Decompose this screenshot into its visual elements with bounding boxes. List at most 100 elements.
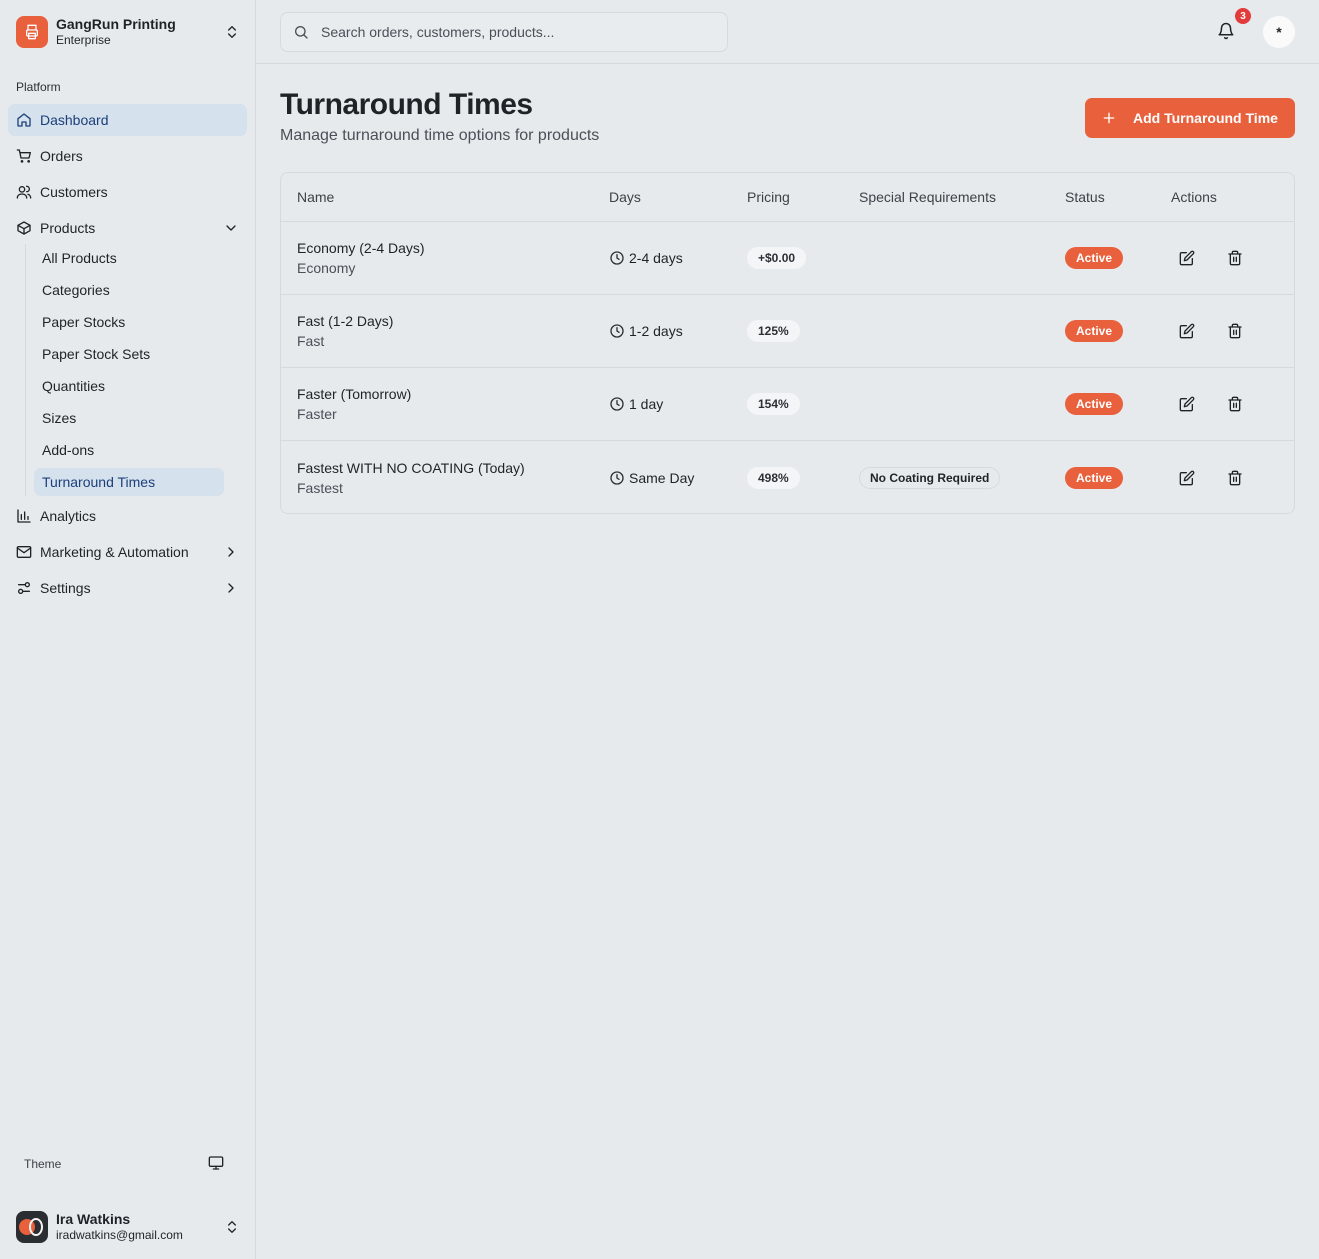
pricing-badge: 498% bbox=[747, 466, 800, 489]
pricing-badge: 125% bbox=[747, 320, 800, 342]
org-plan: Enterprise bbox=[56, 33, 111, 47]
users-icon bbox=[16, 184, 32, 200]
table-header: Name Days Pricing Special Requirements S… bbox=[281, 173, 1294, 222]
column-header-name[interactable]: Name bbox=[297, 189, 334, 205]
sidebar-item-dashboard[interactable]: Dashboard bbox=[8, 104, 247, 136]
add-turnaround-time-button[interactable]: Add Turnaround Time bbox=[1085, 98, 1295, 138]
profile-button[interactable]: * bbox=[1263, 16, 1295, 48]
special-requirement-badge: No Coating Required bbox=[859, 466, 1001, 489]
sidebar-item-label: Customers bbox=[40, 184, 108, 200]
page-title: Turnaround Times bbox=[280, 88, 533, 121]
pricing-badge: +$0.00 bbox=[747, 247, 807, 269]
chevrons-up-down-icon bbox=[224, 24, 240, 45]
turnaround-name: Economy (2-4 Days) bbox=[297, 240, 425, 256]
column-header-actions: Actions bbox=[1171, 189, 1217, 205]
column-header-days[interactable]: Days bbox=[609, 189, 641, 205]
sidebar-item-orders[interactable]: Orders bbox=[8, 140, 247, 172]
sidebar-item-label: Orders bbox=[40, 148, 83, 164]
turnaround-table: Name Days Pricing Special Requirements S… bbox=[280, 172, 1295, 514]
sidebar-subitem-all-products[interactable]: All Products bbox=[34, 244, 224, 272]
sidebar-item-label: Marketing & Automation bbox=[40, 544, 189, 560]
edit-icon[interactable] bbox=[1171, 462, 1203, 494]
sidebar-subitem-sizes[interactable]: Sizes bbox=[34, 404, 224, 432]
turnaround-days: 1-2 days bbox=[629, 323, 683, 339]
turnaround-days: 1 day bbox=[629, 396, 664, 412]
home-icon bbox=[16, 112, 32, 128]
plus-icon bbox=[1101, 110, 1117, 126]
clock-icon bbox=[609, 396, 625, 412]
edit-icon[interactable] bbox=[1171, 242, 1203, 274]
monitor-icon[interactable] bbox=[208, 1155, 224, 1174]
products-subnav: All Products Categories Paper Stocks Pap… bbox=[25, 244, 247, 496]
sidebar-subitem-add-ons[interactable]: Add-ons bbox=[34, 436, 224, 464]
table-row: Economy (2-4 Days) Economy 2-4 days +$0.… bbox=[281, 222, 1294, 295]
chevron-down-icon bbox=[223, 220, 239, 236]
cart-icon bbox=[16, 148, 32, 164]
turnaround-short-name: Fastest bbox=[297, 479, 343, 496]
sidebar: GangRun Printing Enterprise Platform Das… bbox=[0, 0, 256, 1259]
search-input[interactable] bbox=[321, 24, 701, 40]
turnaround-short-name: Economy bbox=[297, 260, 356, 276]
avatar bbox=[16, 1211, 48, 1243]
top-bar: 3 * bbox=[256, 0, 1319, 64]
sidebar-item-label: Analytics bbox=[40, 508, 97, 524]
column-header-special-requirements[interactable]: Special Requirements bbox=[859, 189, 996, 205]
sidebar-subitem-paper-stock-sets[interactable]: Paper Stock Sets bbox=[34, 340, 224, 368]
column-header-status[interactable]: Status bbox=[1065, 189, 1105, 205]
nav-section-label: Platform bbox=[16, 80, 61, 94]
chevrons-up-down-icon bbox=[224, 1219, 240, 1240]
org-name: GangRun Printing bbox=[56, 16, 176, 32]
edit-icon[interactable] bbox=[1171, 388, 1203, 420]
chevron-right-icon bbox=[223, 544, 239, 560]
pricing-badge: 154% bbox=[747, 393, 800, 415]
sidebar-item-label: Dashboard bbox=[40, 112, 109, 128]
turnaround-short-name: Faster bbox=[297, 406, 337, 422]
table-row: Faster (Tomorrow) Faster 1 day 154% Acti… bbox=[281, 368, 1294, 441]
clock-icon bbox=[609, 250, 625, 266]
user-menu[interactable]: Ira Watkins iradwatkins@gmail.com bbox=[16, 1210, 240, 1244]
org-switcher[interactable]: GangRun Printing Enterprise bbox=[16, 16, 240, 48]
turnaround-days: Same Day bbox=[629, 469, 695, 486]
edit-icon[interactable] bbox=[1171, 315, 1203, 347]
turnaround-name: Fastest WITH NO COATING (Today) bbox=[297, 459, 525, 476]
sidebar-item-analytics[interactable]: Analytics bbox=[8, 500, 247, 532]
sidebar-item-label: Products bbox=[40, 220, 96, 236]
page-subtitle: Manage turnaround time options for produ… bbox=[280, 127, 600, 144]
clock-icon bbox=[609, 470, 625, 486]
turnaround-name: Faster (Tomorrow) bbox=[297, 386, 412, 402]
turnaround-name: Fast (1-2 Days) bbox=[297, 313, 394, 329]
search-box[interactable] bbox=[280, 12, 728, 52]
sidebar-subitem-paper-stocks[interactable]: Paper Stocks bbox=[34, 308, 224, 336]
mail-icon bbox=[16, 544, 32, 560]
status-badge: Active bbox=[1065, 393, 1124, 415]
theme-row: Theme bbox=[24, 1154, 224, 1174]
table-row: Fastest WITH NO COATING (Today) Fastest … bbox=[281, 441, 1294, 513]
sidebar-item-marketing[interactable]: Marketing & Automation bbox=[8, 536, 247, 568]
trash-icon[interactable] bbox=[1219, 242, 1251, 274]
turnaround-days: 2-4 days bbox=[629, 250, 683, 266]
bell-icon[interactable] bbox=[1217, 22, 1235, 40]
turnaround-short-name: Fast bbox=[297, 333, 325, 349]
chevron-right-icon bbox=[223, 580, 239, 596]
sidebar-subitem-quantities[interactable]: Quantities bbox=[34, 372, 224, 400]
table-row: Fast (1-2 Days) Fast 1-2 days 125% Activ… bbox=[281, 295, 1294, 368]
column-header-pricing[interactable]: Pricing bbox=[747, 189, 790, 205]
main-nav: Dashboard Orders Customers Products All … bbox=[8, 104, 247, 608]
status-badge: Active bbox=[1065, 247, 1124, 269]
search-icon bbox=[293, 24, 309, 40]
sidebar-subitem-turnaround-times[interactable]: Turnaround Times bbox=[34, 468, 224, 496]
sidebar-item-customers[interactable]: Customers bbox=[8, 176, 247, 208]
sidebar-item-products[interactable]: Products bbox=[8, 212, 247, 244]
box-icon bbox=[16, 220, 32, 236]
user-email: iradwatkins@gmail.com bbox=[56, 1228, 183, 1242]
status-badge: Active bbox=[1065, 466, 1124, 489]
bar-chart-icon bbox=[16, 508, 32, 524]
status-badge: Active bbox=[1065, 320, 1124, 342]
trash-icon[interactable] bbox=[1219, 462, 1251, 494]
trash-icon[interactable] bbox=[1219, 315, 1251, 347]
notification-badge: 3 bbox=[1235, 8, 1251, 24]
sidebar-item-settings[interactable]: Settings bbox=[8, 572, 247, 604]
sidebar-subitem-categories[interactable]: Categories bbox=[34, 276, 224, 304]
add-button-label: Add Turnaround Time bbox=[1133, 110, 1278, 126]
trash-icon[interactable] bbox=[1219, 388, 1251, 420]
